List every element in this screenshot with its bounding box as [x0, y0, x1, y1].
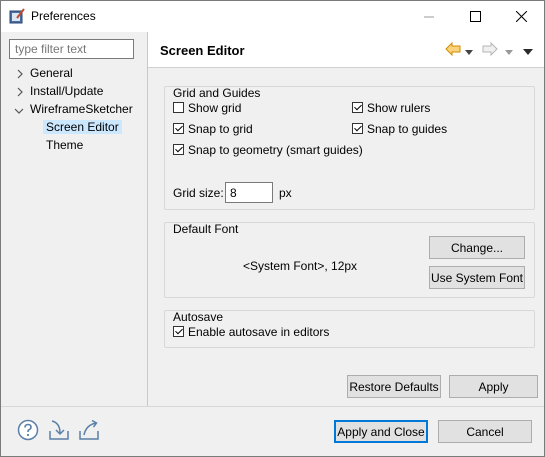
forward-menu-chevron-icon[interactable]: [505, 45, 513, 59]
default-font-title: Default Font: [173, 222, 239, 236]
tree-item-install-update[interactable]: Install/Update: [30, 82, 103, 100]
grid-size-input[interactable]: [225, 182, 273, 203]
chevron-down-icon[interactable]: [14, 105, 24, 115]
change-font-button[interactable]: Change...: [429, 236, 525, 259]
maximize-button[interactable]: [452, 1, 498, 32]
autosave-title: Autosave: [173, 310, 224, 324]
apply-and-close-button[interactable]: Apply and Close: [334, 420, 428, 443]
preference-page: Screen Editor Grid and Guides Show grid …: [148, 32, 544, 406]
cancel-button[interactable]: Cancel: [438, 420, 532, 443]
snap-to-geometry-box[interactable]: [173, 144, 184, 155]
export-icon[interactable]: [78, 419, 100, 441]
tree-item-general[interactable]: General: [30, 64, 73, 82]
filter-input[interactable]: [9, 39, 134, 59]
close-icon: [515, 11, 527, 22]
show-grid-box[interactable]: [173, 102, 184, 113]
default-font-group: Default Font <System Font>, 12px Change.…: [164, 222, 535, 298]
grid-and-guides-title: Grid and Guides: [173, 86, 261, 100]
chevron-right-icon[interactable]: [15, 86, 25, 97]
title-bar[interactable]: Preferences: [1, 1, 544, 32]
chevron-right-icon[interactable]: [15, 68, 25, 79]
grid-size-unit: px: [279, 186, 292, 200]
import-icon[interactable]: [48, 419, 70, 441]
view-menu-icon[interactable]: [523, 45, 533, 59]
use-system-font-button[interactable]: Use System Font: [429, 266, 525, 289]
show-rulers-box[interactable]: [352, 102, 363, 113]
tree-item-screen-editor[interactable]: Screen Editor: [43, 118, 122, 136]
grid-size-label: Grid size:: [173, 186, 224, 200]
minimize-button[interactable]: [406, 1, 452, 32]
bottom-divider: [1, 406, 544, 407]
back-arrow-icon[interactable]: [445, 41, 461, 57]
page-title: Screen Editor: [160, 43, 245, 58]
default-font-value: <System Font>, 12px: [243, 259, 358, 273]
window-title: Preferences: [31, 9, 96, 23]
back-menu-chevron-icon[interactable]: [465, 45, 473, 59]
preferences-dialog: Preferences General Install/Update W: [0, 0, 545, 457]
snap-to-guides-box[interactable]: [352, 123, 363, 134]
tree-item-theme[interactable]: Theme: [46, 136, 83, 154]
tree-item-wireframesketcher[interactable]: WireframeSketcher: [30, 100, 133, 118]
apply-button[interactable]: Apply: [449, 375, 538, 398]
snap-to-grid-box[interactable]: [173, 123, 184, 134]
help-icon[interactable]: [17, 419, 39, 441]
grid-and-guides-group: Grid and Guides Show grid Show rulers Sn…: [164, 86, 535, 210]
restore-defaults-button[interactable]: Restore Defaults: [347, 375, 441, 398]
forward-arrow-icon[interactable]: [482, 41, 498, 57]
close-button[interactable]: [498, 1, 544, 32]
preferences-app-icon: [9, 8, 25, 24]
enable-autosave-box[interactable]: [173, 326, 184, 337]
page-header: Screen Editor: [148, 32, 544, 68]
autosave-group: Autosave Enable autosave in editors: [164, 310, 535, 348]
